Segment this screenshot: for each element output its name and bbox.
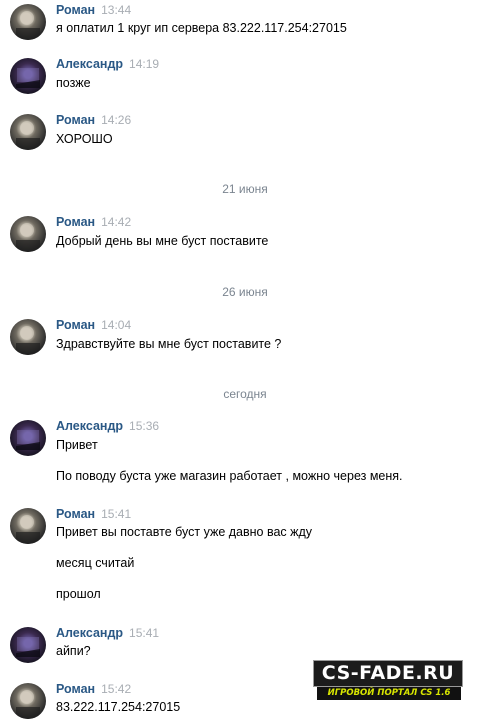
author-name[interactable]: Роман — [56, 318, 95, 332]
message-time[interactable]: 15:36 — [129, 419, 159, 433]
message-text: 83.222.117.254:27015 — [56, 700, 181, 714]
message-text: позже — [56, 76, 91, 90]
author-name[interactable]: Роман — [56, 507, 95, 521]
message-text: Здравствуйте вы мне буст поставите ? — [56, 337, 282, 351]
message-time[interactable]: 15:41 — [101, 507, 131, 521]
avatar[interactable] — [10, 4, 46, 40]
message-time[interactable]: 14:42 — [101, 215, 131, 229]
message-text: айпи? — [56, 644, 91, 658]
message-time[interactable]: 15:41 — [129, 626, 159, 640]
message-text: прошол — [56, 587, 101, 601]
message-text: Привет вы поставте буст уже давно вас жд… — [56, 525, 313, 539]
date-separator: 26 июня — [222, 285, 268, 299]
avatar[interactable] — [10, 58, 46, 94]
avatar[interactable] — [10, 216, 46, 252]
author-name[interactable]: Александр — [56, 57, 123, 71]
message-text: Добрый день вы мне буст поставите — [56, 234, 269, 248]
message-text: я оплатил 1 круг ип сервера 83.222.117.2… — [56, 21, 347, 35]
message-text: месяц считай — [56, 556, 135, 570]
avatar[interactable] — [10, 683, 46, 719]
author-name[interactable]: Роман — [56, 215, 95, 229]
author-name[interactable]: Александр — [56, 419, 123, 433]
message-text: ХОРОШО — [56, 132, 113, 146]
message-time[interactable]: 15:42 — [101, 682, 131, 696]
watermark-title: CS-FADE.RU — [313, 660, 463, 687]
watermark-logo: CS-FADE.RU ИГРОВОЙ ПОРТАЛ CS 1.6 — [313, 660, 463, 704]
message-time[interactable]: 14:04 — [101, 318, 131, 332]
date-separator: сегодня — [223, 387, 267, 401]
message-text: По поводу буста уже магазин работает , м… — [56, 469, 403, 483]
message-time[interactable]: 14:19 — [129, 57, 159, 71]
avatar[interactable] — [10, 508, 46, 544]
message-time[interactable]: 14:26 — [101, 113, 131, 127]
avatar[interactable] — [10, 420, 46, 456]
avatar[interactable] — [10, 319, 46, 355]
message-time[interactable]: 13:44 — [101, 3, 131, 17]
avatar[interactable] — [10, 114, 46, 150]
date-separator: 21 июня — [222, 182, 268, 196]
watermark-subtitle: ИГРОВОЙ ПОРТАЛ CS 1.6 — [317, 687, 461, 700]
author-name[interactable]: Роман — [56, 3, 95, 17]
avatar[interactable] — [10, 627, 46, 663]
message-text: Привет — [56, 438, 98, 452]
author-name[interactable]: Роман — [56, 113, 95, 127]
author-name[interactable]: Роман — [56, 682, 95, 696]
author-name[interactable]: Александр — [56, 626, 123, 640]
